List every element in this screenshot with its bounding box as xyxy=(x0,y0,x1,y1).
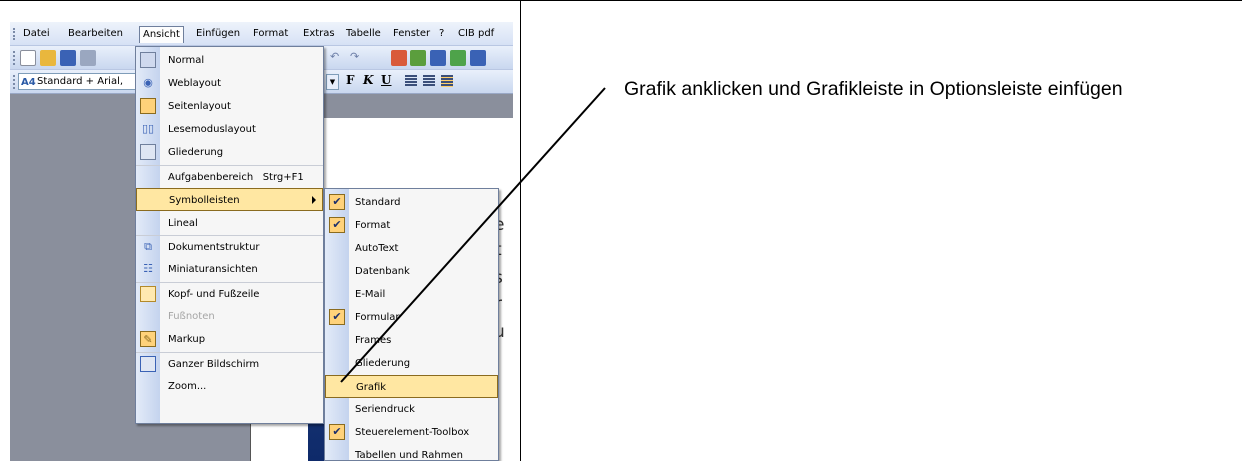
view-menu-item-miniaturansichten[interactable]: ☷ Miniaturansichten xyxy=(136,258,323,281)
toolbar-item-tabellen-rahmen[interactable]: Tabellen und Rahmen xyxy=(325,444,498,460)
menu-fenster[interactable]: Fenster xyxy=(390,26,433,43)
menu-datei[interactable]: Datei xyxy=(20,26,53,43)
menu-extras[interactable]: Extras xyxy=(300,26,338,43)
view-menu-item-aufgabenbereich[interactable]: Aufgabenbereich Strg+F1 xyxy=(136,165,323,188)
view-menu-item-seitenlayout[interactable]: Seitenlayout xyxy=(136,95,323,118)
view-menu-item-lineal[interactable]: Lineal xyxy=(136,212,323,235)
view-menu-item-zoom[interactable]: Zoom... xyxy=(136,375,323,398)
menubar-grip-icon xyxy=(13,28,15,40)
toolbar-item-steuerelement-toolbox[interactable]: ✔ Steuerelement-Toolbox xyxy=(325,421,498,444)
page-layout-icon xyxy=(140,98,156,114)
toolbar-item-format[interactable]: ✔ Format xyxy=(325,214,498,237)
frame-divider-line xyxy=(520,0,521,461)
checkmark-icon: ✔ xyxy=(329,194,345,210)
frame-top-line xyxy=(0,0,1242,1)
view-menu-item-fussnoten[interactable]: Fußnoten xyxy=(136,305,323,328)
toolbar-item-email[interactable]: E-Mail xyxy=(325,283,498,306)
toolbar-grip-icon xyxy=(13,51,15,65)
menu-tabelle[interactable]: Tabelle xyxy=(343,26,384,43)
align-right-icon[interactable] xyxy=(441,75,453,87)
view-menu-item-kopf-fusszeile[interactable]: Kopf- und Fußzeile xyxy=(136,282,323,305)
view-menu-item-dokumentstruktur[interactable]: ⧉ Dokumentstruktur xyxy=(136,235,323,258)
hyperlink-icon[interactable] xyxy=(391,50,407,66)
view-menu-item-weblayout[interactable]: ◉ Weblayout xyxy=(136,72,323,95)
font-size-dropdown-arrow-icon[interactable]: ▼ xyxy=(326,74,339,90)
normal-view-icon xyxy=(140,52,156,68)
toolbar-item-autotext[interactable]: AutoText xyxy=(325,237,498,260)
checkmark-icon: ✔ xyxy=(329,217,345,233)
outline-icon xyxy=(140,144,156,160)
toolbar-item-gliederung[interactable]: Gliederung xyxy=(325,352,498,375)
instruction-text: Grafik anklicken und Grafikleiste in Opt… xyxy=(624,78,1123,100)
view-menu-item-markup[interactable]: ✎ Markup xyxy=(136,328,323,351)
markup-icon: ✎ xyxy=(140,331,156,347)
open-folder-icon[interactable] xyxy=(40,50,56,66)
toolbar-grip-icon xyxy=(13,75,15,89)
menu-ansicht[interactable]: Ansicht xyxy=(139,26,184,43)
full-screen-icon xyxy=(140,356,156,372)
checkmark-icon: ✔ xyxy=(329,424,345,440)
toolbar-item-frames[interactable]: Frames xyxy=(325,329,498,352)
toolbar-item-seriendruck[interactable]: Seriendruck xyxy=(325,398,498,421)
checkmark-icon: ✔ xyxy=(329,309,345,325)
view-menu-item-symbolleisten[interactable]: Symbolleisten xyxy=(136,188,323,211)
header-footer-icon xyxy=(140,286,156,302)
toolbar-item-standard[interactable]: ✔ Standard xyxy=(325,191,498,214)
toolbar-item-formular[interactable]: ✔ Formular xyxy=(325,306,498,329)
document-map-icon: ⧉ xyxy=(144,240,152,253)
align-left-icon[interactable] xyxy=(405,75,417,87)
print-icon[interactable] xyxy=(80,50,96,66)
italic-button[interactable]: K xyxy=(363,73,373,87)
style-select-value: Standard + Arial, xyxy=(37,76,124,87)
view-menu-item-ganzer-bildschirm[interactable]: Ganzer Bildschirm xyxy=(136,352,323,375)
view-menu-item-normal[interactable]: Normal xyxy=(136,49,323,72)
thumbnails-icon: ☷ xyxy=(143,262,153,275)
bold-button[interactable]: F xyxy=(346,73,355,87)
undo-icon[interactable]: ↶ xyxy=(330,50,346,66)
view-menu-item-gliederung[interactable]: Gliederung xyxy=(136,141,323,164)
insert-excel-icon[interactable] xyxy=(450,50,466,66)
new-document-icon[interactable] xyxy=(20,50,36,66)
style-select[interactable]: A4 Standard + Arial, xyxy=(18,73,138,90)
tables-borders-icon[interactable] xyxy=(410,50,426,66)
styles-icon: A4 xyxy=(21,77,36,88)
menu-bearbeiten[interactable]: Bearbeiten xyxy=(65,26,126,43)
menu-bar: Datei Bearbeiten Ansicht Einfügen Format… xyxy=(10,22,513,46)
redo-icon[interactable]: ↷ xyxy=(350,50,366,66)
view-menu-item-lesemodus[interactable]: ▯▯ Lesemoduslayout xyxy=(136,118,323,141)
menu-cib-pdf[interactable]: CIB pdf xyxy=(455,26,497,43)
web-layout-icon: ◉ xyxy=(143,76,153,89)
menu-help[interactable]: ? xyxy=(436,26,447,43)
view-menu: Normal ◉ Weblayout Seitenlayout ▯▯ Lesem… xyxy=(135,46,324,424)
word-screenshot: Datei Bearbeiten Ansicht Einfügen Format… xyxy=(10,22,513,461)
columns-icon[interactable] xyxy=(470,50,486,66)
toolbar-item-datenbank[interactable]: Datenbank xyxy=(325,260,498,283)
submenu-arrow-icon xyxy=(312,196,316,204)
reading-layout-icon: ▯▯ xyxy=(141,122,155,135)
menu-einfuegen[interactable]: Einfügen xyxy=(193,26,243,43)
align-center-icon[interactable] xyxy=(423,75,435,87)
save-icon[interactable] xyxy=(60,50,76,66)
toolbars-submenu: ✔ Standard ✔ Format AutoText Datenbank E… xyxy=(324,188,499,461)
underline-button[interactable]: U xyxy=(381,73,391,87)
insert-table-icon[interactable] xyxy=(430,50,446,66)
toolbar-item-grafik[interactable]: Grafik xyxy=(325,375,498,398)
menu-format[interactable]: Format xyxy=(250,26,291,43)
